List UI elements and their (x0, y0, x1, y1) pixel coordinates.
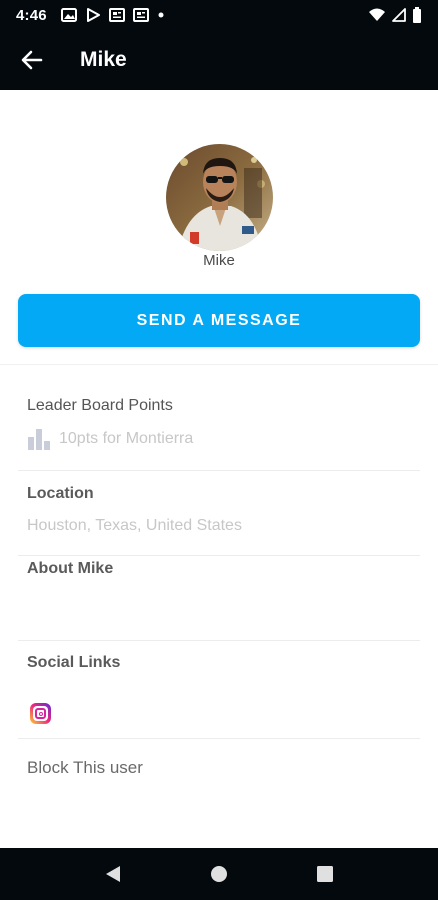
about-title: About Mike (27, 560, 114, 577)
profile-name: Mike (203, 252, 235, 269)
nav-recents-icon (317, 866, 333, 882)
send-message-button[interactable]: SEND A MESSAGE (18, 294, 420, 347)
photo-icon (60, 8, 77, 22)
dot-icon (158, 12, 164, 18)
back-button[interactable] (2, 30, 62, 90)
status-time: 4:46 (16, 6, 47, 24)
divider (0, 364, 438, 365)
battery-icon (413, 7, 421, 23)
notification-icons (60, 8, 165, 22)
profile-screen: 4:46 Mike Mike SEND A MESSAGE Leader Boa… (0, 0, 438, 900)
location-value: Houston, Texas, United States (27, 517, 242, 534)
leaderboard-points: 10pts for Montierra (27, 428, 193, 450)
arrow-back-icon (21, 50, 43, 70)
avatar (166, 144, 273, 251)
block-user-button[interactable]: Block This user (27, 758, 143, 778)
leaderboard-title: Leader Board Points (27, 397, 173, 414)
nav-home-icon (211, 866, 227, 882)
nav-recents-button[interactable] (305, 854, 345, 894)
profile-photo (166, 144, 273, 251)
divider (18, 640, 420, 641)
location-title: Location (27, 485, 94, 502)
app-bar: Mike (0, 30, 438, 90)
divider (18, 555, 420, 556)
bar-chart-icon (28, 429, 50, 450)
divider (18, 470, 420, 471)
signal-icon (392, 8, 406, 22)
status-bar: 4:46 (0, 0, 438, 30)
system-icons (368, 7, 422, 23)
news-icon (108, 8, 125, 22)
nav-home-button[interactable] (199, 854, 239, 894)
social-links-title: Social Links (27, 654, 121, 671)
instagram-icon[interactable] (30, 703, 51, 724)
system-nav-bar (0, 848, 438, 900)
wifi-icon (369, 8, 385, 21)
news-icon (132, 8, 149, 22)
play-store-icon (86, 8, 100, 22)
nav-back-button[interactable] (93, 854, 133, 894)
divider (18, 738, 420, 739)
page-title: Mike (80, 48, 127, 71)
nav-back-icon (106, 866, 120, 882)
leaderboard-value: 10pts for Montierra (59, 430, 194, 447)
